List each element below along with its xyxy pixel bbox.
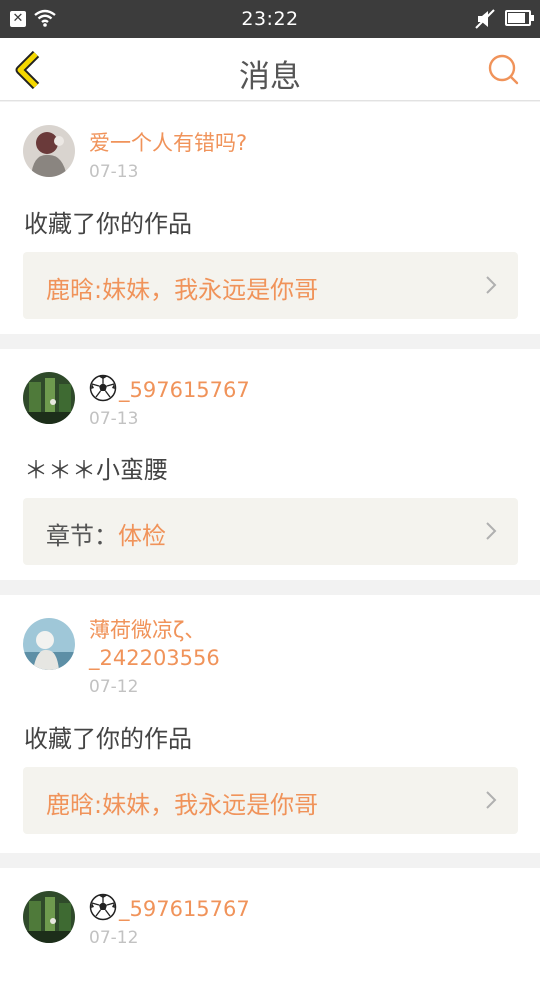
avatar[interactable]	[23, 372, 75, 424]
search-icon[interactable]	[486, 52, 520, 86]
chevron-right-icon	[486, 791, 497, 809]
message-card[interactable]: 爱一个人有错吗? 07-13 收藏了你的作品 鹿晗:妹妹，我永远是你哥	[0, 102, 540, 334]
message-date: 07-13	[89, 409, 139, 429]
work-title: 鹿晗:妹妹，我永远是你哥	[46, 276, 319, 304]
status-bar: ✕ 23:22	[0, 0, 540, 38]
chapter-title: 体检	[118, 522, 166, 550]
mute-icon	[475, 9, 495, 29]
page-title: 消息	[239, 59, 301, 95]
user-name-line-1[interactable]: 薄荷微凉ζ、	[89, 616, 205, 644]
work-link[interactable]: 鹿晗:妹妹，我永远是你哥	[23, 252, 518, 319]
battery-icon	[505, 10, 534, 26]
user-name[interactable]: 爱一个人有错吗?	[89, 129, 247, 157]
work-link[interactable]: 鹿晗:妹妹，我永远是你哥	[23, 767, 518, 834]
message-date: 07-13	[89, 162, 139, 182]
avatar[interactable]	[23, 891, 75, 943]
message-card[interactable]: 薄荷微凉ζ、 _242203556 07-12 收藏了你的作品 鹿晗:妹妹，我永…	[0, 595, 540, 853]
work-title: 鹿晗:妹妹，我永远是你哥	[46, 791, 319, 819]
user-name-line-2[interactable]: _242203556	[89, 644, 220, 672]
message-action: ＊＊＊小蛮腰	[24, 456, 168, 484]
message-card[interactable]: _597615767 07-13 ＊＊＊小蛮腰 章节：体检	[0, 349, 540, 580]
chevron-right-icon	[486, 276, 497, 294]
chapter-label: 章节：	[46, 522, 118, 550]
user-name[interactable]: _597615767	[89, 374, 250, 404]
user-name-text: _597615767	[119, 897, 250, 921]
message-list: 爱一个人有错吗? 07-13 收藏了你的作品 鹿晗:妹妹，我永远是你哥 _597…	[0, 102, 540, 988]
soccer-ball-icon	[89, 893, 117, 921]
user-name-text: _597615767	[119, 378, 250, 402]
chapter-link[interactable]: 章节：体检	[23, 498, 518, 565]
message-card[interactable]: _597615767 07-12	[0, 868, 540, 988]
status-time: 23:22	[241, 8, 299, 30]
message-date: 07-12	[89, 928, 139, 948]
message-action: 收藏了你的作品	[24, 725, 192, 753]
soccer-ball-icon	[89, 374, 117, 402]
nav-bar: 消息	[0, 38, 540, 101]
avatar[interactable]	[23, 618, 75, 670]
chevron-right-icon	[486, 522, 497, 540]
user-name[interactable]: _597615767	[89, 893, 250, 923]
avatar[interactable]	[23, 125, 75, 177]
message-date: 07-12	[89, 677, 139, 697]
message-action: 收藏了你的作品	[24, 210, 192, 238]
